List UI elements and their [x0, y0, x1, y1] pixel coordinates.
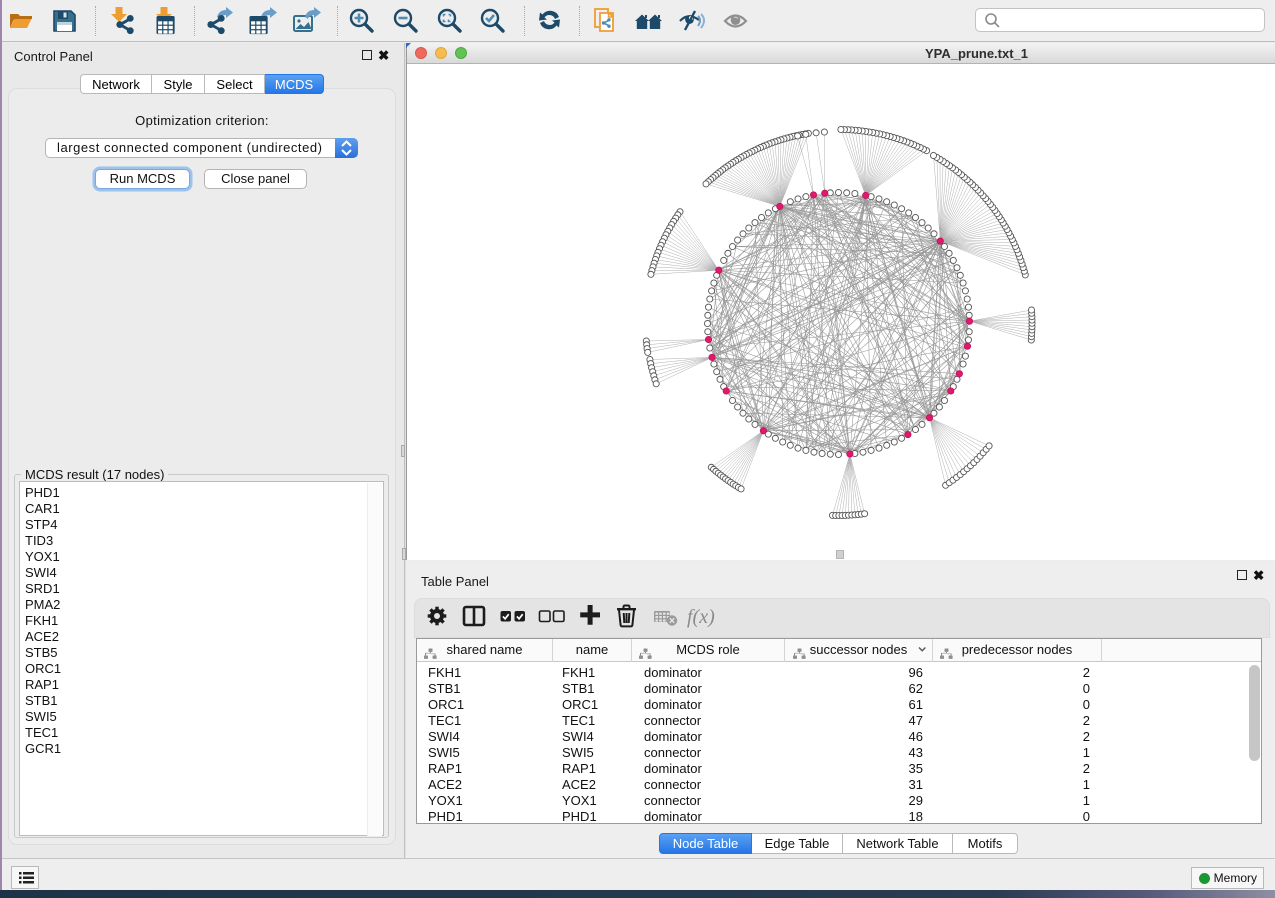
svg-text:f(x): f(x): [687, 606, 715, 628]
